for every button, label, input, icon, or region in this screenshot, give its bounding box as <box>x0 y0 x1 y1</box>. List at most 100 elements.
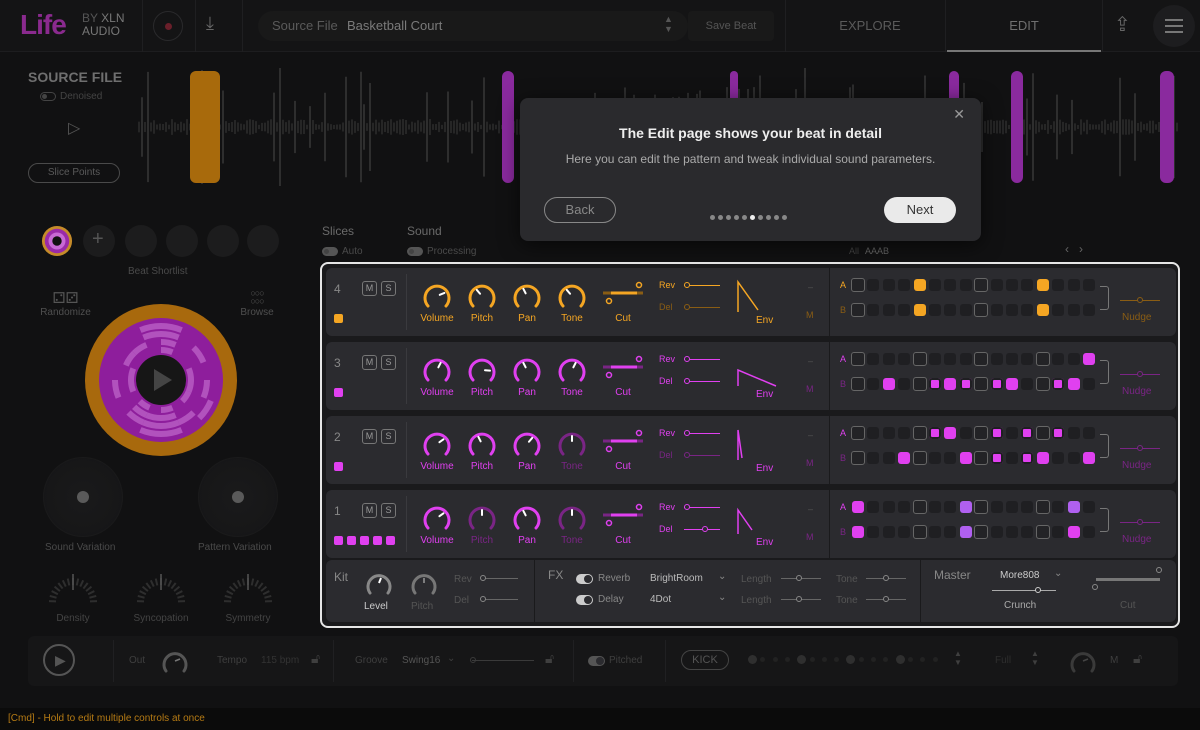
step-dot[interactable] <box>750 215 755 220</box>
slider-handle[interactable] <box>1035 587 1041 593</box>
sequencer-step[interactable] <box>851 278 865 292</box>
chevron-down-icon[interactable]: ⌄ <box>718 571 726 582</box>
step-dot[interactable] <box>766 215 771 220</box>
sequencer-step[interactable] <box>1006 353 1018 365</box>
sequencer-step[interactable] <box>1052 427 1065 439</box>
sequencer-step[interactable] <box>1083 304 1095 316</box>
kick-step[interactable] <box>784 657 790 662</box>
sequencer-step[interactable] <box>852 526 864 538</box>
sequencer-step[interactable] <box>944 501 957 513</box>
save-beat-button[interactable]: Save Beat <box>688 11 774 41</box>
step-dot[interactable] <box>734 215 739 220</box>
sequencer-step[interactable] <box>944 427 957 439</box>
sequencer-step[interactable] <box>974 303 989 317</box>
sequencer-step[interactable] <box>990 501 1003 513</box>
sequencer-step[interactable] <box>1006 279 1018 291</box>
browse-button[interactable]: ○○○ ○○○ Browse <box>236 289 278 319</box>
beat-wheel[interactable] <box>84 303 238 457</box>
sequencer-step[interactable] <box>898 427 911 439</box>
master-preset-select[interactable]: More808 <box>1000 570 1039 581</box>
sequencer-step[interactable] <box>1036 452 1049 464</box>
sequencer-step[interactable] <box>944 304 957 316</box>
sequencer-step[interactable] <box>1052 279 1065 291</box>
envelope-graph[interactable] <box>736 352 780 388</box>
share-icon[interactable]: ⇪ <box>1114 12 1131 37</box>
sequencer-step[interactable] <box>929 526 941 538</box>
sequencer-step[interactable] <box>1021 304 1034 316</box>
knob-tone[interactable] <box>557 428 587 458</box>
slider-handle[interactable] <box>1156 567 1162 573</box>
sequencer-step[interactable] <box>913 304 926 316</box>
sequencer-step[interactable] <box>990 279 1003 291</box>
knob-volume[interactable] <box>422 502 452 532</box>
slice-color-square[interactable] <box>373 536 382 545</box>
tempo-value[interactable]: 115 bpm <box>261 655 299 666</box>
sequencer-step[interactable] <box>1035 525 1050 539</box>
sequencer-step[interactable] <box>1035 426 1050 440</box>
row-link-bracket[interactable] <box>1100 286 1109 310</box>
sequencer-step[interactable] <box>867 427 880 439</box>
sequencer-step[interactable] <box>974 278 989 292</box>
sequencer-step[interactable] <box>959 452 972 464</box>
sequencer-step[interactable] <box>912 500 927 514</box>
sequencer-step[interactable] <box>1036 279 1049 291</box>
play-button[interactable]: ▶ <box>43 644 75 676</box>
slider-handle[interactable] <box>684 282 690 288</box>
kick-instrument-button[interactable]: KICK <box>681 650 729 670</box>
sequencer-step[interactable] <box>974 377 989 391</box>
shortlist-slot[interactable] <box>247 225 279 257</box>
kit-rev-slider[interactable] <box>482 578 518 579</box>
slice-color-square[interactable] <box>334 462 343 471</box>
sequencer-step[interactable] <box>1006 452 1018 464</box>
step-dot[interactable] <box>726 215 731 220</box>
sequencer-step[interactable] <box>1083 501 1095 513</box>
kick-step[interactable] <box>883 657 889 662</box>
sequencer-step[interactable] <box>990 378 1003 390</box>
sequencer-step[interactable] <box>1021 279 1034 291</box>
kick-step[interactable] <box>846 655 856 664</box>
sequencer-step[interactable] <box>898 526 911 538</box>
sequencer-step[interactable] <box>929 378 941 390</box>
sequencer-step[interactable] <box>929 452 941 464</box>
knob-tone[interactable] <box>557 354 587 384</box>
chevron-left-icon[interactable]: ‹ <box>1065 242 1079 256</box>
knob-pan[interactable] <box>512 354 542 384</box>
sequencer-step[interactable] <box>929 427 941 439</box>
menu-button[interactable] <box>1153 5 1195 47</box>
slider-handle[interactable] <box>796 575 802 581</box>
kick-step[interactable] <box>895 655 905 664</box>
sequencer-step[interactable] <box>851 303 865 317</box>
sequencer-step[interactable] <box>929 353 941 365</box>
sequencer-step[interactable] <box>852 501 864 513</box>
stepper-icon[interactable]: ▲ ▼ <box>954 649 962 667</box>
solo-button[interactable]: S <box>381 429 396 444</box>
kick-step[interactable] <box>920 657 926 662</box>
sequencer-step[interactable] <box>974 451 989 465</box>
toggle-switch[interactable] <box>322 246 338 256</box>
row-link-bracket[interactable] <box>1100 434 1109 458</box>
slice-marker[interactable] <box>1160 71 1174 183</box>
syncopation-dial[interactable] <box>131 570 191 610</box>
cut-range-slider[interactable] <box>601 502 645 532</box>
sequencer-step[interactable] <box>1021 526 1034 538</box>
tab-edit[interactable]: EDIT <box>947 0 1101 52</box>
sequencer-step[interactable] <box>1035 352 1050 366</box>
slider-handle[interactable] <box>1092 584 1098 590</box>
download-icon[interactable]: ⤓ <box>206 13 214 34</box>
chevron-down-icon[interactable]: ⌄ <box>1054 568 1062 579</box>
step-dot[interactable] <box>742 215 747 220</box>
toggle-switch[interactable] <box>407 246 423 256</box>
solo-button[interactable]: S <box>381 355 396 370</box>
sequencer-step[interactable] <box>929 501 941 513</box>
source-play-icon[interactable]: ▷ <box>68 118 80 138</box>
master-cut-slider[interactable] <box>1096 578 1160 581</box>
kick-step[interactable] <box>809 657 815 662</box>
sequencer-step[interactable] <box>944 526 957 538</box>
slice-color-square[interactable] <box>334 536 343 545</box>
mute-button[interactable]: M <box>362 429 377 444</box>
knob-pitch[interactable] <box>467 502 497 532</box>
kit-del-slider[interactable] <box>482 599 518 600</box>
step-dot[interactable] <box>758 215 763 220</box>
sequencer-step[interactable] <box>867 378 880 390</box>
sequencer-step[interactable] <box>944 452 957 464</box>
